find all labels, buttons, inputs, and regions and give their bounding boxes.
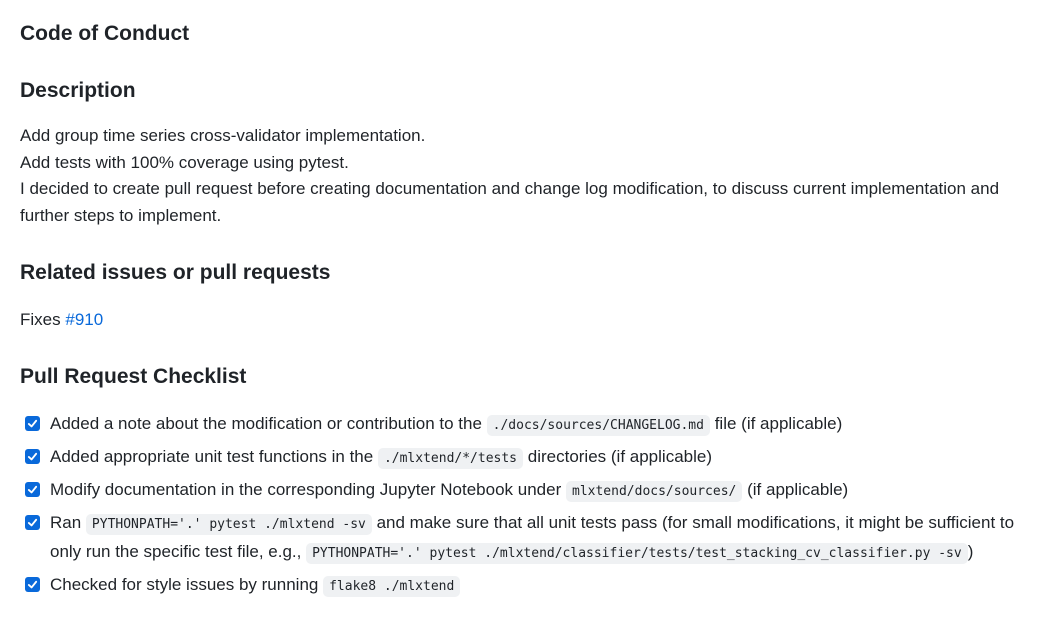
checkbox-checked-icon[interactable] [25,416,40,431]
checklist-item-style: Checked for style issues by running flak… [20,571,1030,600]
checklist-text: Modify documentation in the correspondin… [50,480,562,499]
code-snippet: PYTHONPATH='.' pytest ./mlxtend -sv [85,514,372,535]
description-line-2: Add tests with 100% coverage using pytes… [20,152,349,172]
checklist-text: Ran [50,513,82,532]
checklist-item-docs: Modify documentation in the correspondin… [20,476,1030,505]
description-line-1: Add group time series cross-validator im… [20,126,426,145]
checklist-text: Added a note about the modification or c… [50,414,482,433]
checklist-text: directories (if applicable) [527,447,712,466]
checklist-item-tests: Added appropriate unit test functions in… [20,443,1030,472]
heading-code-of-conduct: Code of Conduct [20,22,190,45]
code-snippet: ./docs/sources/CHANGELOG.md [486,415,710,436]
checkbox-checked-icon[interactable] [25,449,40,464]
code-snippet: mlxtend/docs/sources/ [566,481,743,502]
description-text: Add group time series cross-validator im… [20,123,1020,229]
heading-checklist: Pull Request Checklist [20,365,247,388]
fixes-prefix: Fixes [20,310,61,329]
checklist-item-changelog: Added a note about the modification or c… [20,410,1030,439]
description-line-3: I decided to create pull request before … [20,179,1000,225]
checkbox-checked-icon[interactable] [25,515,40,530]
heading-related-issues: Related issues or pull requests [20,261,331,284]
checklist: Added a note about the modification or c… [20,410,1030,604]
issue-link[interactable]: #910 [65,310,103,329]
heading-description: Description [20,79,136,102]
checklist-text: (if applicable) [747,480,849,499]
checkbox-checked-icon[interactable] [25,577,40,592]
checklist-text: Checked for style issues by running [50,575,319,594]
checklist-text: file (if applicable) [714,414,843,433]
code-snippet: flake8 ./mlxtend [323,576,461,597]
checklist-item-run-tests: Ran PYTHONPATH='.' pytest ./mlxtend -sv … [20,509,1030,567]
code-snippet: ./mlxtend/*/tests [377,448,524,469]
code-snippet: PYTHONPATH='.' pytest ./mlxtend/classifi… [306,543,968,564]
checkbox-checked-icon[interactable] [25,482,40,497]
fixes-line: Fixes #910 [20,307,103,333]
checklist-text: Added appropriate unit test functions in… [50,447,374,466]
checklist-text: ) [967,542,974,561]
